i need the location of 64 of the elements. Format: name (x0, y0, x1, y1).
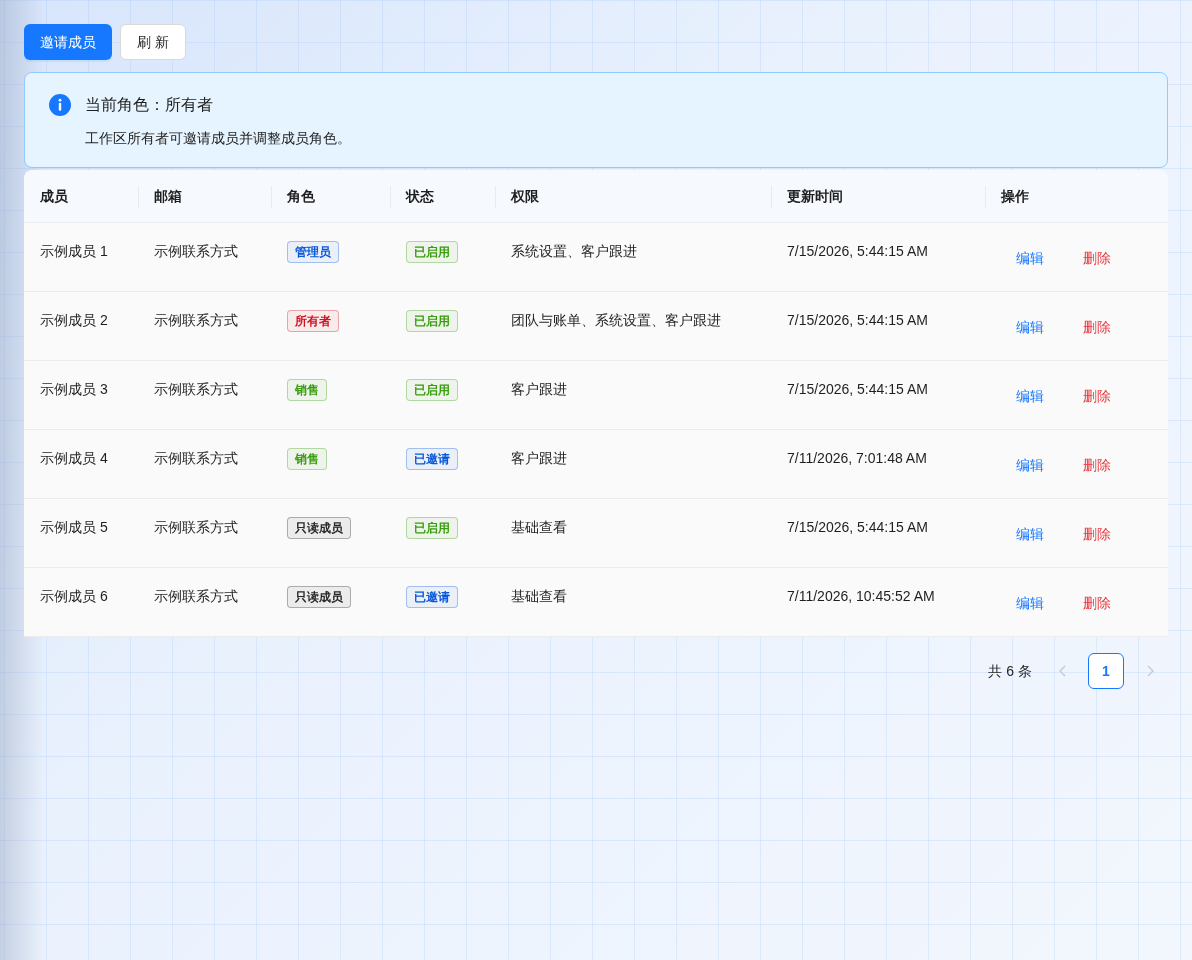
table-cell: 示例联系方式 (154, 588, 238, 604)
table-cell: 基础查看 (511, 588, 567, 604)
role-tag: 管理员 (287, 241, 339, 263)
delete-button[interactable]: 删除 (1068, 518, 1126, 550)
alert-description: 工作区所有者可邀请成员并调整成员角色。 (85, 129, 351, 148)
delete-button[interactable]: 删除 (1068, 380, 1126, 412)
edit-button[interactable]: 编辑 (1001, 380, 1059, 412)
total-count: 共 6 条 (988, 662, 1032, 681)
status-tag: 已邀请 (406, 586, 458, 608)
delete-button[interactable]: 删除 (1068, 311, 1126, 343)
table-cell: 基础查看 (511, 519, 567, 535)
table-cell: 示例成员 5 (40, 519, 108, 535)
table-cell: 7/15/2026, 5:44:15 AM (787, 312, 928, 328)
column-header: 角色 (287, 187, 315, 206)
edit-button[interactable]: 编辑 (1001, 242, 1059, 274)
table-cell: 示例成员 4 (40, 450, 108, 466)
table-cell: 7/11/2026, 7:01:48 AM (787, 450, 927, 466)
table-cell: 客户跟进 (511, 381, 567, 397)
table-cell: 7/11/2026, 10:45:52 AM (787, 588, 935, 604)
chevron-right-icon (1145, 665, 1155, 677)
column-header: 操作 (1001, 187, 1029, 206)
table-cell: 示例成员 6 (40, 588, 108, 604)
table-cell: 示例成员 3 (40, 381, 108, 397)
status-tag: 已邀请 (406, 448, 458, 470)
role-tag: 只读成员 (287, 517, 351, 539)
column-header: 邮箱 (154, 187, 182, 206)
column-header: 状态 (406, 187, 434, 206)
info-icon (49, 94, 71, 116)
table-cell: 示例联系方式 (154, 450, 238, 466)
table-cell: 示例联系方式 (154, 381, 238, 397)
table-cell: 示例成员 1 (40, 243, 108, 259)
table-cell: 客户跟进 (511, 450, 567, 466)
column-header: 更新时间 (787, 187, 843, 206)
delete-button[interactable]: 删除 (1068, 449, 1126, 481)
page-button[interactable]: 1 (1088, 653, 1124, 689)
table-cell: 7/15/2026, 5:44:15 AM (787, 243, 928, 259)
status-tag: 已启用 (406, 379, 458, 401)
status-tag: 已启用 (406, 310, 458, 332)
status-tag: 已启用 (406, 241, 458, 263)
table-cell: 示例联系方式 (154, 312, 238, 328)
role-tag: 销售 (287, 379, 327, 401)
table-cell: 系统设置、客户跟进 (511, 243, 637, 259)
column-header: 成员 (40, 187, 68, 206)
role-tag: 只读成员 (287, 586, 351, 608)
edit-button[interactable]: 编辑 (1001, 587, 1059, 619)
table-cell: 示例联系方式 (154, 519, 238, 535)
invite-button[interactable]: 邀请成员 (24, 24, 112, 60)
edit-button[interactable]: 编辑 (1001, 311, 1059, 343)
role-tag: 销售 (287, 448, 327, 470)
alert-title: 当前角色：所有者 (85, 95, 214, 115)
edit-button[interactable]: 编辑 (1001, 518, 1059, 550)
refresh-button[interactable]: 刷 新 (120, 24, 186, 60)
delete-button[interactable]: 删除 (1068, 587, 1126, 619)
column-header: 权限 (511, 187, 539, 206)
table-cell: 7/15/2026, 5:44:15 AM (787, 381, 928, 397)
status-tag: 已启用 (406, 517, 458, 539)
role-tag: 所有者 (287, 310, 339, 332)
delete-button[interactable]: 删除 (1068, 242, 1126, 274)
table-cell: 示例联系方式 (154, 243, 238, 259)
table-cell: 团队与账单、系统设置、客户跟进 (511, 312, 721, 328)
edit-button[interactable]: 编辑 (1001, 449, 1059, 481)
chevron-left-icon (1057, 665, 1067, 677)
table-cell: 示例成员 2 (40, 312, 108, 328)
table-cell: 7/15/2026, 5:44:15 AM (787, 519, 928, 535)
